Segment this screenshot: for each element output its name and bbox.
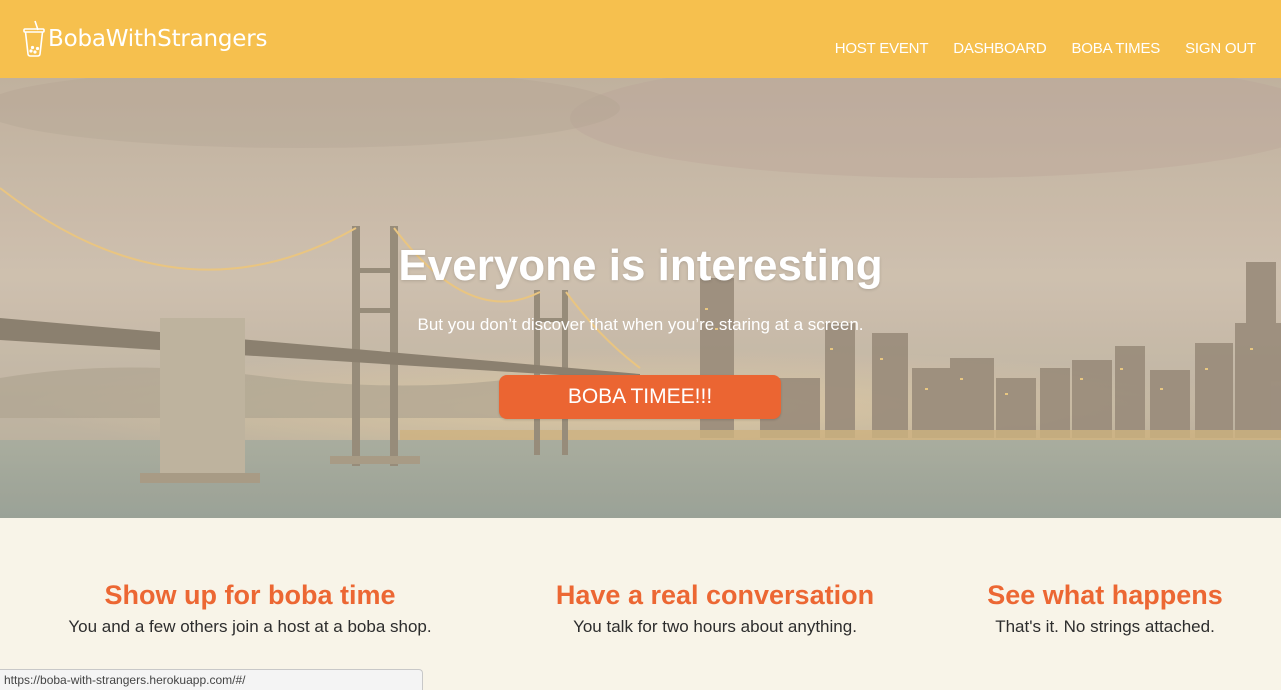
nav-boba-times[interactable]: BOBA TIMES <box>1072 40 1161 57</box>
feature-conversation: Have a real conversation You talk for tw… <box>505 580 925 637</box>
feature-title: See what happens <box>987 580 1223 610</box>
feature-title: Have a real conversation <box>555 580 875 610</box>
hero-subtitle: But you don’t discover that when you’re … <box>417 315 864 334</box>
boba-time-button[interactable]: BOBA TIMEE!!! <box>499 375 781 419</box>
status-bar-url: https://boba-with-strangers.herokuapp.co… <box>0 669 423 690</box>
feature-see-what-happens: See what happens That's it. No strings a… <box>935 580 1275 637</box>
nav-sign-out[interactable]: SIGN OUT <box>1185 40 1256 57</box>
feature-text: That's it. No strings attached. <box>995 617 1215 636</box>
hero-title: Everyone is interesting <box>398 241 883 290</box>
navbar: BobaWithStrangers HOST EVENT DASHBOARD B… <box>0 0 1281 78</box>
hero-section: Everyone is interesting But you don’t di… <box>0 78 1281 518</box>
features-section: Show up for boba time You and a few othe… <box>0 518 1281 690</box>
feature-title: Show up for boba time <box>104 580 396 610</box>
hero-background-image <box>0 78 1281 518</box>
feature-text: You and a few others join a host at a bo… <box>68 617 432 636</box>
feature-text: You talk for two hours about anything. <box>573 617 857 636</box>
brand-link[interactable]: BobaWithStrangers <box>22 20 268 58</box>
nav-host-event[interactable]: HOST EVENT <box>835 40 929 57</box>
feature-show-up: Show up for boba time You and a few othe… <box>40 580 460 637</box>
main-nav: HOST EVENT DASHBOARD BOBA TIMES SIGN OUT <box>810 40 1256 57</box>
brand-name: BobaWithStrangers <box>48 26 268 52</box>
nav-dashboard[interactable]: DASHBOARD <box>953 40 1046 57</box>
boba-cup-icon <box>23 20 45 57</box>
